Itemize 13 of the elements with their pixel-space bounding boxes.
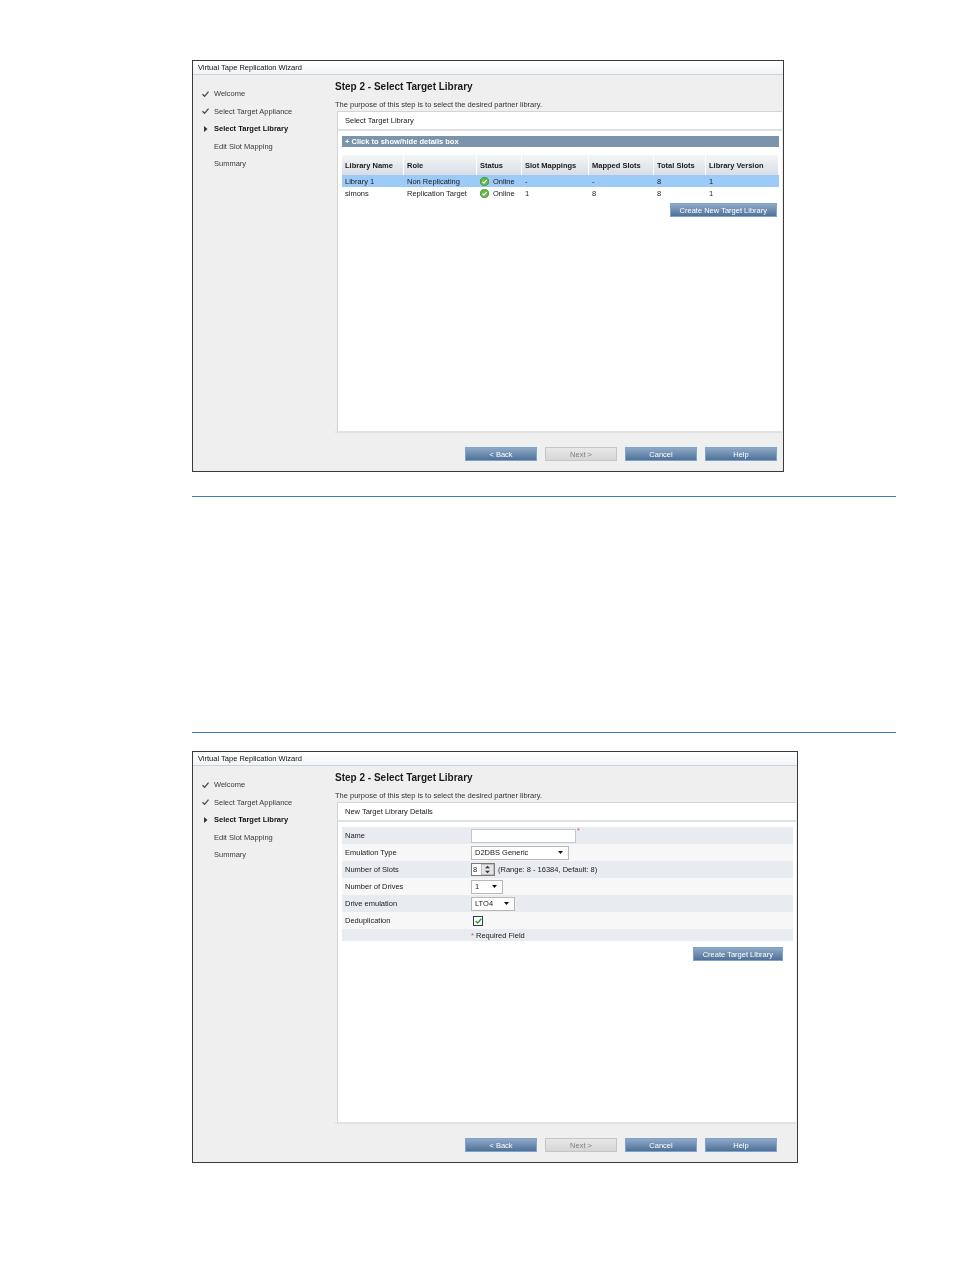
caret-down-icon xyxy=(504,902,509,905)
step-heading: Step 2 - Select Target Library xyxy=(335,772,473,784)
check-icon xyxy=(474,917,482,924)
checkbox[interactable] xyxy=(473,915,483,926)
text-input-field[interactable] xyxy=(471,828,576,843)
caret-icon xyxy=(202,125,209,132)
caret-icon xyxy=(202,816,209,823)
up-down-arrows-icon[interactable] xyxy=(481,864,494,875)
check-circle-icon xyxy=(480,188,489,198)
caret-down-icon xyxy=(492,885,497,888)
step-heading: Step 2 - Select Target Library xyxy=(335,81,473,93)
check-circle-icon xyxy=(480,176,489,186)
caret-down-icon xyxy=(558,851,563,854)
